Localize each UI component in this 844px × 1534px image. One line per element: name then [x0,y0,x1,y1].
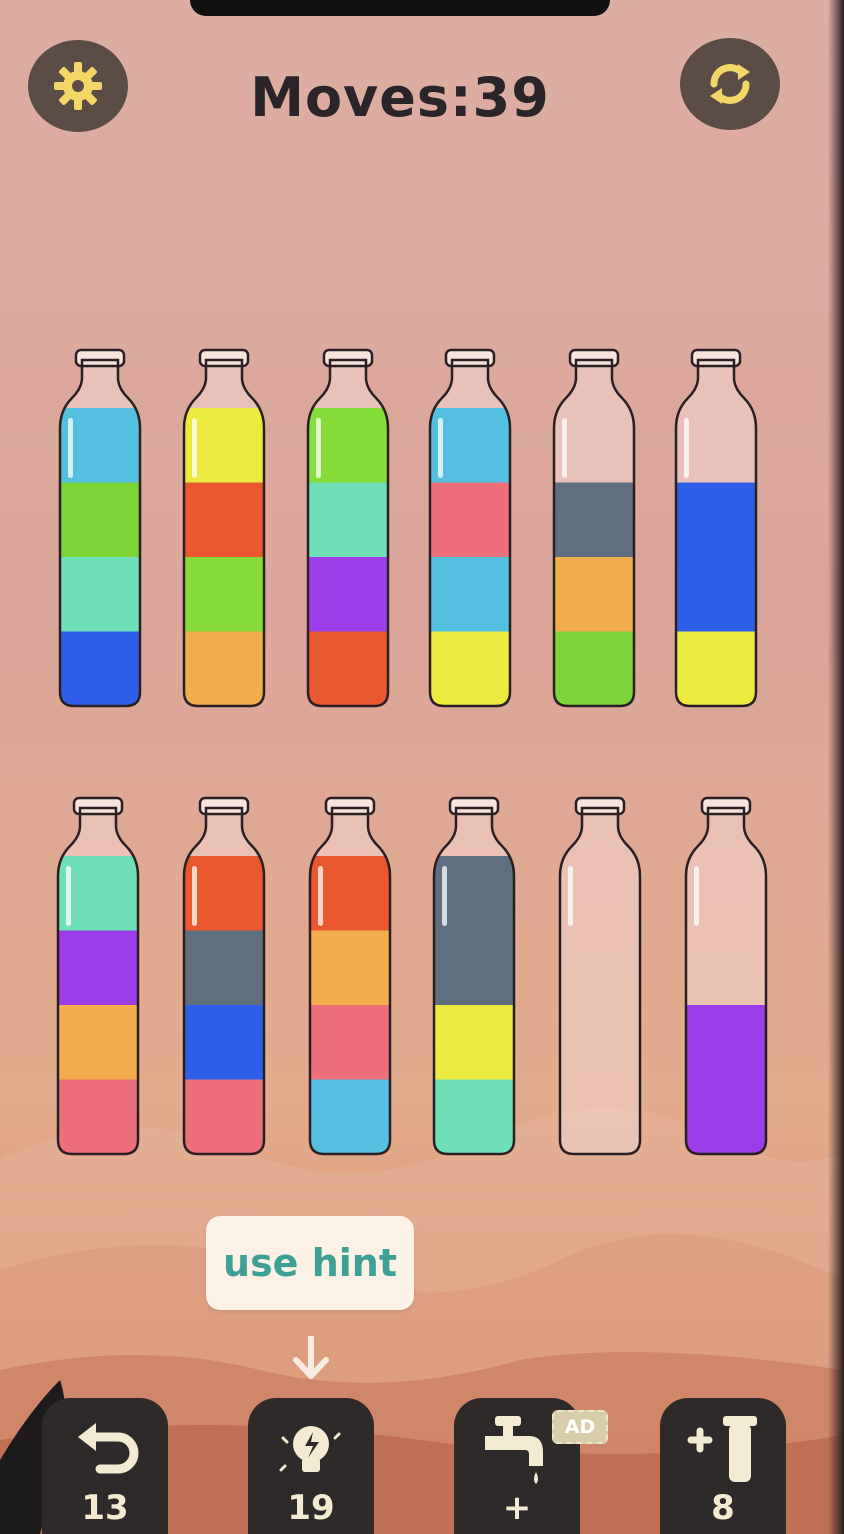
bottle-highlight [562,418,567,478]
liquid-layer [430,557,510,632]
add-tube-icon [687,1416,757,1482]
bottle-8[interactable] [174,796,274,1166]
bottle-highlight [316,418,321,478]
phone-notch [190,0,610,16]
liquid-layer [184,930,264,1006]
liquid-layer [310,1005,390,1080]
tap-plus: + [502,1488,532,1528]
bottle-highlight [68,418,73,478]
liquid-layer [430,631,510,706]
bottle-highlight [192,866,197,926]
liquid-layer [308,557,388,632]
liquid-layer [434,1005,514,1080]
bottle-6[interactable] [666,348,766,718]
bottle-highlight [684,418,689,478]
liquid-layer [310,930,390,1006]
bottle-7[interactable] [48,796,148,1166]
bottle-glass [560,808,640,1154]
bottle-highlight [694,866,699,926]
bottle-1[interactable] [50,348,150,718]
liquid-layer [308,631,388,706]
bottle-highlight [442,866,447,926]
liquid-layer [184,631,264,706]
liquid-layer [554,557,634,632]
liquid-layer [308,408,388,483]
bottle-2[interactable] [174,348,274,718]
bottle-graphic [428,348,512,708]
liquid-layer [60,557,140,632]
liquid-layer [430,482,510,558]
bottle-highlight [568,866,573,926]
liquid-layer [58,856,138,931]
restart-arrows-icon [710,64,750,104]
use-hint-label: use hint [223,1241,397,1285]
liquid-layer [310,1079,390,1154]
bottle-10[interactable] [424,796,524,1166]
liquid-layer [58,930,138,1006]
liquid-layer [676,631,756,706]
liquid-layer [60,408,140,483]
lightbulb-icon [279,1426,341,1472]
hint-count: 19 [287,1488,335,1528]
phone-bezel [828,0,844,1534]
liquid-layer [184,482,264,558]
bottle-highlight [438,418,443,478]
bottle-graphic [58,348,142,708]
liquid-layer [676,557,756,632]
liquid-layer [60,631,140,706]
bottle-highlight [192,418,197,478]
bottle-graphic [684,796,768,1156]
bottle-graphic [306,348,390,708]
bottle-highlight [66,866,71,926]
liquid-layer [310,856,390,931]
bottle-11[interactable] [550,796,650,1166]
arrow-down-icon [293,1336,329,1379]
bottle-graphic [56,796,140,1156]
undo-button[interactable]: 13 [42,1398,168,1534]
use-hint-tooltip[interactable]: use hint [206,1216,414,1310]
add-tube-count: 8 [711,1488,735,1528]
liquid-layer [554,482,634,558]
liquid-layer [308,482,388,558]
restart-button[interactable] [680,38,780,130]
bottle-9[interactable] [300,796,400,1166]
liquid-layer [184,1079,264,1154]
liquid-layer [184,856,264,931]
bottle-graphic [432,796,516,1156]
bottle-highlight [318,866,323,926]
liquid-layer [60,482,140,558]
liquid-layer [434,1079,514,1154]
liquid-layer [430,408,510,483]
bottle-graphic [558,796,642,1156]
liquid-layer [554,631,634,706]
undo-count: 13 [81,1488,129,1528]
liquid-layer [184,1005,264,1080]
add-tube-button[interactable]: 8 [660,1398,786,1534]
liquid-layer [184,408,264,483]
liquid-layer [434,856,514,931]
bottle-12[interactable] [676,796,776,1166]
faucet-icon [485,1416,543,1484]
bottle-3[interactable] [298,348,398,718]
hint-button[interactable]: 19 [248,1398,374,1534]
bottle-graphic [552,348,636,708]
undo-icon [78,1423,139,1474]
liquid-layer [686,1079,766,1154]
liquid-layer [58,1079,138,1154]
bottle-graphic [182,348,266,708]
liquid-layer [676,482,756,558]
bottle-graphic [182,796,266,1156]
bottle-graphic [308,796,392,1156]
liquid-layer [434,930,514,1006]
ad-badge: AD [552,1410,608,1444]
bottle-graphic [674,348,758,708]
liquid-layer [184,557,264,632]
bottle-4[interactable] [420,348,520,718]
game-screen: Moves:39 use hint 13 19 + AD 8 [0,0,844,1534]
bottle-5[interactable] [544,348,644,718]
liquid-layer [686,1005,766,1080]
liquid-layer [58,1005,138,1080]
